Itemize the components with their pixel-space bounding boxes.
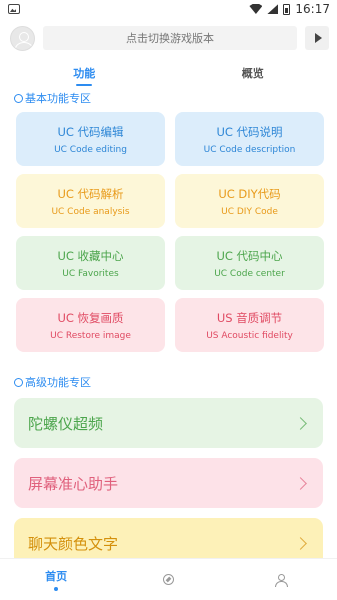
user-icon [274,573,288,587]
play-icon [314,33,322,43]
nav-home-label: 首页 [45,570,68,583]
card-code-center[interactable]: UC 代码中心 UC Code center [175,236,324,290]
tab-overview[interactable]: 概览 [169,58,337,88]
basic-section-title: 基本功能专区 [0,88,337,108]
wifi-icon [249,4,263,14]
card-subtitle: UC Code center [214,268,285,279]
card-subtitle: UC Code analysis [51,206,130,217]
basic-section-label: 基本功能专区 [25,92,91,105]
card-subtitle: UC Favorites [62,268,119,279]
card-subtitle: UC DIY Code [221,206,278,217]
list-item-label: 聊天颜色文字 [28,534,119,553]
card-diy-code[interactable]: UC DIY代码 UC DIY Code [175,174,324,228]
card-restore-image[interactable]: UC 恢复画质 UC Restore image [16,298,165,352]
tab-features[interactable]: 功能 [0,58,169,88]
battery-icon [283,3,291,15]
nav-discover[interactable] [112,559,224,600]
card-subtitle: US Acoustic fidelity [206,330,293,341]
advanced-feature-list: 陀螺仪超频 屏幕准心助手 聊天颜色文字 [0,398,337,568]
advanced-section-title: 高级功能专区 [0,372,337,392]
tab-overview-label: 概览 [241,67,264,80]
advanced-section-label: 高级功能专区 [25,376,91,389]
nav-profile[interactable] [225,559,337,600]
card-title: UC 代码中心 [216,248,283,263]
card-title: US 音质调节 [216,310,283,325]
bottom-nav: 首页 [0,558,337,600]
chevron-right-icon [294,416,307,430]
signal-icon [267,4,279,14]
tab-bar: 功能 概览 [0,58,337,88]
compass-icon [162,574,174,585]
card-title: UC 代码说明 [216,124,283,139]
play-button[interactable] [305,26,329,50]
card-subtitle: UC Code description [203,144,296,155]
top-bar: 点击切换游戏版本 [0,18,337,58]
card-title: UC DIY代码 [218,186,281,201]
card-title: UC 恢复画质 [57,310,124,325]
list-item-label: 屏幕准心助手 [28,474,119,493]
card-title: UC 收藏中心 [57,248,124,263]
nav-home[interactable]: 首页 [0,559,112,600]
list-item-label: 陀螺仪超频 [28,414,104,433]
gyro-overclock-item[interactable]: 陀螺仪超频 [14,398,323,448]
game-version-switch[interactable]: 点击切换游戏版本 [43,26,297,50]
card-code-description[interactable]: UC 代码说明 UC Code description [175,112,324,166]
card-acoustic-fidelity[interactable]: US 音质调节 US Acoustic fidelity [175,298,324,352]
card-code-analysis[interactable]: UC 代码解析 UC Code analysis [16,174,165,228]
status-icons: 16:17 [249,2,330,16]
card-favorites[interactable]: UC 收藏中心 UC Favorites [16,236,165,290]
chevron-right-icon [294,536,307,550]
tab-features-label: 功能 [73,67,96,80]
nav-active-dot [54,587,59,591]
tab-active-indicator [76,84,93,86]
status-bar: 16:17 [0,0,337,18]
chevron-right-icon [294,476,307,490]
status-time: 16:17 [295,2,330,16]
card-title: UC 代码解析 [57,186,124,201]
card-subtitle: UC Restore image [50,330,131,341]
crosshair-helper-item[interactable]: 屏幕准心助手 [14,458,323,508]
section-ring-icon [14,93,23,103]
card-subtitle: UC Code editing [54,144,127,155]
gallery-icon [8,4,20,14]
basic-feature-grid: UC 代码编辑 UC Code editing UC 代码说明 UC Code … [0,108,337,352]
avatar[interactable] [10,25,35,51]
card-code-editing[interactable]: UC 代码编辑 UC Code editing [16,112,165,166]
section-ring-icon [14,377,23,387]
card-title: UC 代码编辑 [57,124,124,139]
